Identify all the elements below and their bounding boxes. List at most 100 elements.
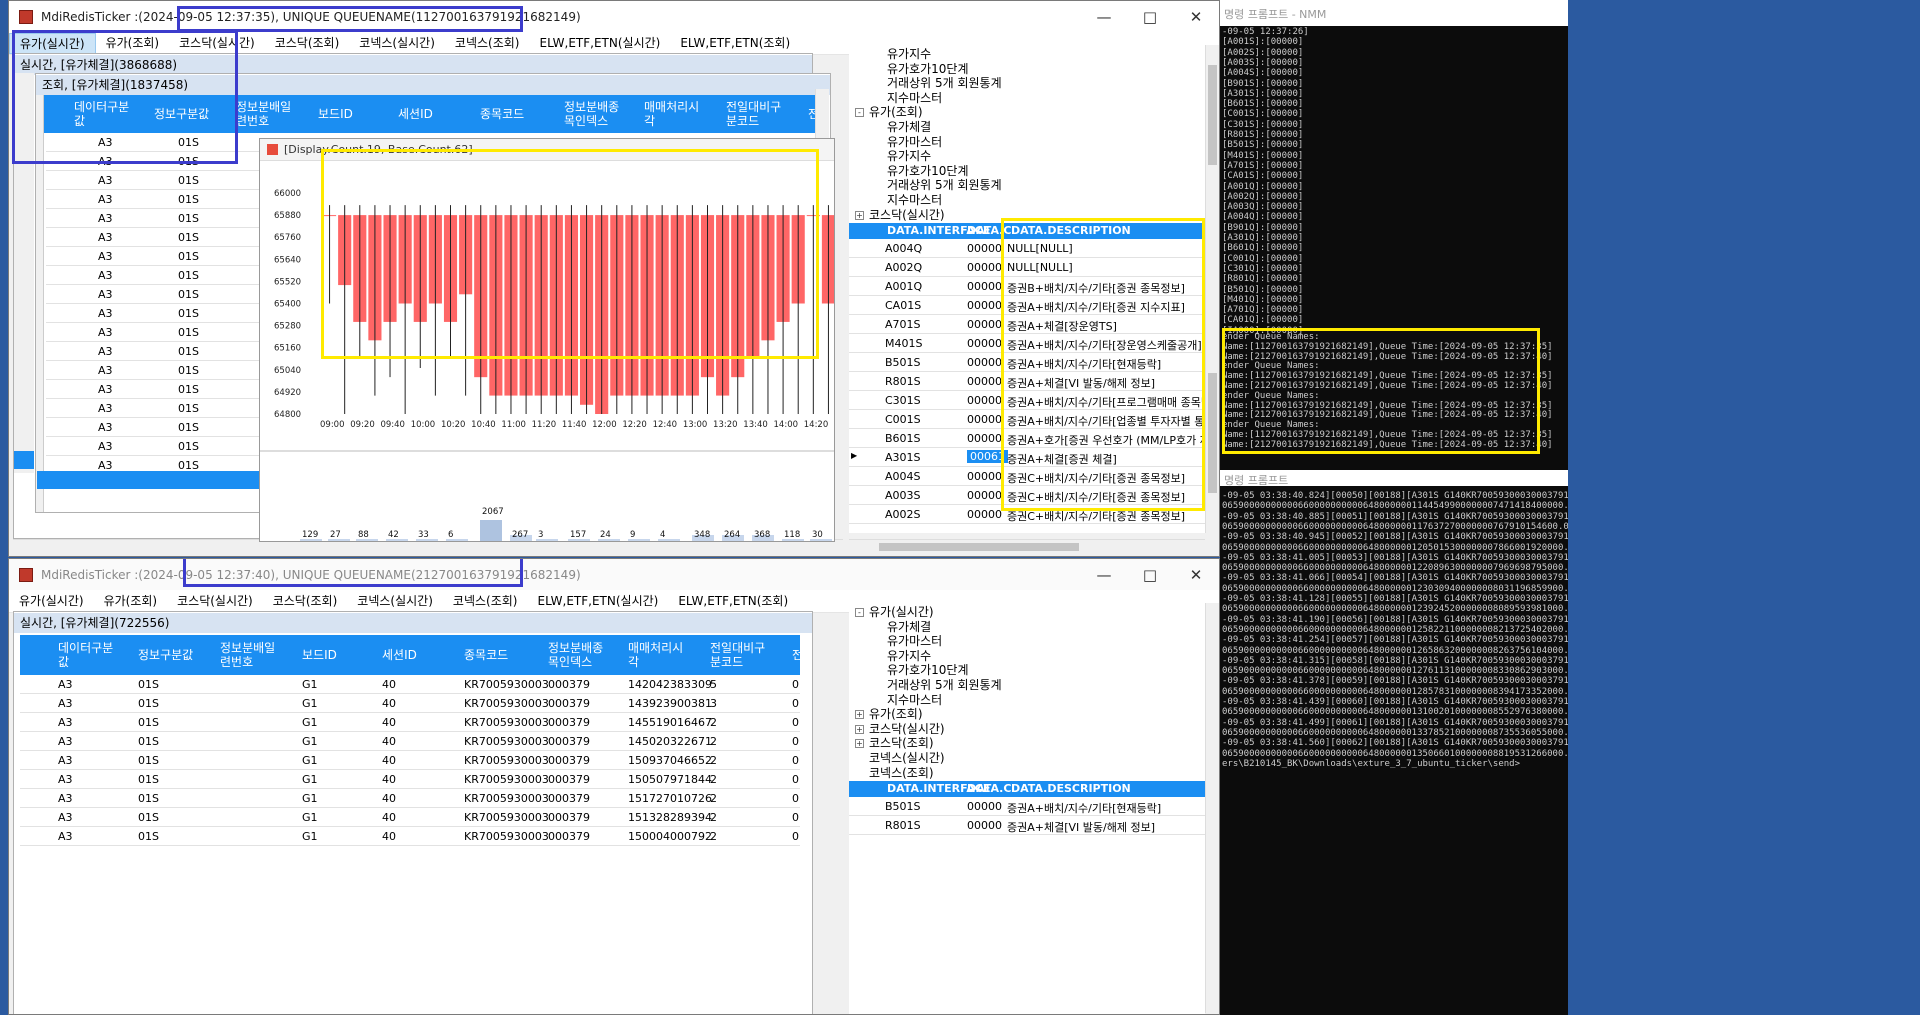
tree-node[interactable]: 코스닥(실시간) bbox=[869, 722, 945, 737]
tree-node[interactable]: 유가호가10단계 bbox=[887, 62, 969, 77]
menu-item-6[interactable]: ELW,ETF,ETN(실시간) bbox=[527, 591, 668, 612]
table-row[interactable]: A3 01S G1 40 KR7005930003 000379 150004000792 2… bbox=[20, 827, 800, 846]
maximize-icon[interactable]: □ bbox=[1127, 1, 1173, 32]
expand-icon[interactable]: + bbox=[855, 710, 864, 720]
tree-node[interactable]: 유가(실시간) bbox=[869, 605, 934, 620]
interface-row[interactable]: R801S 00000 증권A+체결[VI 발동/해제 정보] bbox=[849, 816, 1205, 835]
minimize-icon[interactable]: — bbox=[1081, 1, 1127, 32]
column-header-2[interactable]: 정보분배일 련번호 bbox=[236, 95, 291, 133]
menu-item-2[interactable]: 코스닥(실시간) bbox=[167, 591, 263, 612]
expand-icon[interactable]: + bbox=[855, 739, 864, 749]
tree-node[interactable]: 유가호가10단계 bbox=[887, 663, 969, 678]
expand-icon[interactable]: + bbox=[855, 724, 864, 734]
menu-item-6[interactable]: ELW,ETF,ETN(실시간) bbox=[529, 33, 670, 54]
menu-item-3[interactable]: 코스닥(조회) bbox=[265, 33, 350, 54]
menu-item-5[interactable]: 코넥스(조회) bbox=[443, 591, 528, 612]
tree-node[interactable]: 유가지수 bbox=[887, 649, 931, 664]
tree-node[interactable]: 유가마스터 bbox=[887, 634, 942, 649]
column-header-8[interactable]: 전일대비구 분코드 bbox=[726, 95, 781, 133]
minimize-icon-2[interactable]: — bbox=[1081, 559, 1127, 590]
tree-node[interactable]: 거래상위 5개 회원통계 bbox=[887, 678, 1002, 693]
column-header-4[interactable]: 세션ID bbox=[382, 635, 417, 675]
menu-item-7[interactable]: ELW,ETF,ETN(조회) bbox=[668, 591, 798, 612]
table-row[interactable]: A3 01S G1 40 KR7005930003 000379 151727010726 2… bbox=[20, 789, 800, 808]
collapse-icon[interactable]: - bbox=[855, 108, 864, 118]
interface-row[interactable]: A001Q 00000 증권B+배치/지수/기타[증권 종목정보] bbox=[849, 277, 1205, 296]
table-row[interactable]: A3 01S G1 40 KR7005930003 000379 142042383309 5… bbox=[20, 675, 800, 694]
interface-row[interactable]: M401S 00000 증권A+배치/지수/기타[장운영스케줄공개] bbox=[849, 334, 1205, 353]
interface-scrollbar-2[interactable] bbox=[1205, 603, 1219, 1013]
interface-row[interactable]: CA01S 00000 증권A+배치/지수/기타[증권 지수지표] bbox=[849, 296, 1205, 315]
tree-node[interactable]: 코넥스(조회) bbox=[869, 766, 934, 781]
interface-row[interactable]: B501S 00000 증권A+배치/지수/기타[현재등락] bbox=[849, 353, 1205, 372]
tree-node[interactable]: 유가체결 bbox=[887, 620, 931, 635]
table-row[interactable]: A3 01S G1 40 KR7005930003 000379 145020322671 2… bbox=[20, 732, 800, 751]
table-row[interactable]: A3 01S G1 40 KR7005930003 000379 150507971844 2… bbox=[20, 770, 800, 789]
column-header-1[interactable]: 정보구분값 bbox=[138, 635, 193, 675]
column-header-7[interactable]: 매매처리시 각 bbox=[628, 635, 683, 675]
expand-icon[interactable]: + bbox=[855, 210, 864, 220]
chart-titlebar[interactable]: [Display.Count.19, Base.Count.62] bbox=[260, 139, 834, 161]
interface-row[interactable]: A003S 00000 증권C+배치/지수/기타[증권 종목정보] bbox=[849, 486, 1205, 505]
column-header-0[interactable]: 데이터구분 값 bbox=[58, 635, 113, 675]
menu-item-2[interactable]: 코스닥(실시간) bbox=[169, 33, 265, 54]
tree-node[interactable]: 코스닥(조회) bbox=[869, 736, 934, 751]
interface-column-header-1[interactable]: DATA.C bbox=[967, 782, 1011, 795]
console-title-2[interactable]: 명령 프롬프트 bbox=[1220, 470, 1568, 487]
column-header-1[interactable]: 정보구분값 bbox=[154, 95, 209, 133]
tree-node[interactable]: 코넥스(실시간) bbox=[869, 751, 945, 766]
interface-row[interactable]: ▶ A301S 00061 증권A+체결[증권 체결] bbox=[849, 448, 1205, 467]
tree-node[interactable]: 유가(조회) bbox=[869, 707, 923, 722]
tree-node[interactable]: 유가지수 bbox=[887, 149, 931, 164]
tree-node[interactable]: 지수마스터 bbox=[887, 91, 942, 106]
tree-node[interactable]: 유가체결 bbox=[887, 120, 931, 135]
menu-item-4[interactable]: 코넥스(실시간) bbox=[349, 33, 445, 54]
menu-item-3[interactable]: 코스닥(조회) bbox=[263, 591, 348, 612]
table-row[interactable]: A3 01S G1 40 KR7005930003 000379 145519016467 2… bbox=[20, 713, 800, 732]
title-bar[interactable]: MdiRedisTicker :(2024-09-05 12:37:35), U… bbox=[9, 1, 1219, 32]
interface-row[interactable]: B601S 00000 증권A+호가[증권 우선호가 (MM/LP호가 제외 bbox=[849, 429, 1205, 448]
interface-column-header-2[interactable]: DATA.DESCRIPTION bbox=[1011, 224, 1131, 237]
column-header-4[interactable]: 세션ID bbox=[398, 95, 433, 133]
interface-row[interactable]: A002Q 00000 NULL[NULL] bbox=[849, 258, 1205, 277]
menu-item-4[interactable]: 코넥스(실시간) bbox=[347, 591, 443, 612]
title-bar-2[interactable]: MdiRedisTicker :(2024-09-05 12:37:40), U… bbox=[9, 559, 1219, 590]
row-selector[interactable] bbox=[14, 451, 34, 469]
menu-item-7[interactable]: ELW,ETF,ETN(조회) bbox=[670, 33, 800, 54]
table-row[interactable]: A3 01S G1 40 KR7005930003 000379 143923900381 3… bbox=[20, 694, 800, 713]
maximize-icon-2[interactable]: □ bbox=[1127, 559, 1173, 590]
interface-scrollbar-h[interactable] bbox=[849, 539, 1205, 553]
interface-row[interactable]: C001S 00000 증권A+배치/지수/기타[업종별 투자자별 통계 bbox=[849, 410, 1205, 429]
column-header-8[interactable]: 전일대비구 분코드 bbox=[710, 635, 765, 675]
tree-node[interactable]: 유가마스터 bbox=[887, 135, 942, 150]
interface-column-header-1[interactable]: DATA.C bbox=[967, 224, 1011, 237]
interface-row[interactable]: R801S 00000 증권A+체결[VI 발동/해제 정보] bbox=[849, 372, 1205, 391]
column-header-9[interactable]: 전 bbox=[792, 635, 803, 675]
tree-node[interactable]: 지수마스터 bbox=[887, 693, 942, 708]
menu-item-0[interactable]: 유가(실시간) bbox=[9, 591, 94, 612]
interface-row[interactable]: A002S 00000 증권C+배치/지수/기타[증권 종목정보] bbox=[849, 505, 1205, 524]
column-header-2[interactable]: 정보분배일 련번호 bbox=[220, 635, 275, 675]
menu-item-1[interactable]: 유가(조회) bbox=[96, 33, 170, 54]
menu-item-1[interactable]: 유가(조회) bbox=[94, 591, 168, 612]
interface-scrollbar[interactable] bbox=[1205, 223, 1219, 533]
table-row[interactable]: A3 01S G1 40 KR7005930003 000379 151328289394 2… bbox=[20, 808, 800, 827]
tree-node[interactable]: 지수마스터 bbox=[887, 193, 942, 208]
column-header-7[interactable]: 매매처리시 각 bbox=[644, 95, 699, 133]
tree-node[interactable]: 유가지수 bbox=[887, 47, 931, 62]
tree-node[interactable]: 거래상위 5개 회원통계 bbox=[887, 76, 1002, 91]
column-header-5[interactable]: 종목코드 bbox=[464, 635, 508, 675]
menu-item-5[interactable]: 코넥스(조회) bbox=[445, 33, 530, 54]
column-header-6[interactable]: 정보분배종 목인덱스 bbox=[564, 95, 619, 133]
column-header-3[interactable]: 보드ID bbox=[302, 635, 337, 675]
column-header-0[interactable]: 데이터구분 값 bbox=[74, 95, 129, 133]
interface-row[interactable]: A004Q 00000 NULL[NULL] bbox=[849, 239, 1205, 258]
close-icon[interactable]: ✕ bbox=[1173, 1, 1219, 32]
interface-row[interactable]: A701S 00000 증권A+체결[장운영TS] bbox=[849, 315, 1205, 334]
tree-node[interactable]: 유가호가10단계 bbox=[887, 164, 969, 179]
interface-row[interactable]: B501S 00000 증권A+배치/지수/기타[현재등락] bbox=[849, 797, 1205, 816]
column-header-5[interactable]: 종목코드 bbox=[480, 95, 524, 133]
tree-node[interactable]: 거래상위 5개 회원통계 bbox=[887, 178, 1002, 193]
menu-item-0[interactable]: 유가(실시간) bbox=[9, 32, 96, 54]
tree-scrollbar[interactable] bbox=[1205, 45, 1219, 223]
